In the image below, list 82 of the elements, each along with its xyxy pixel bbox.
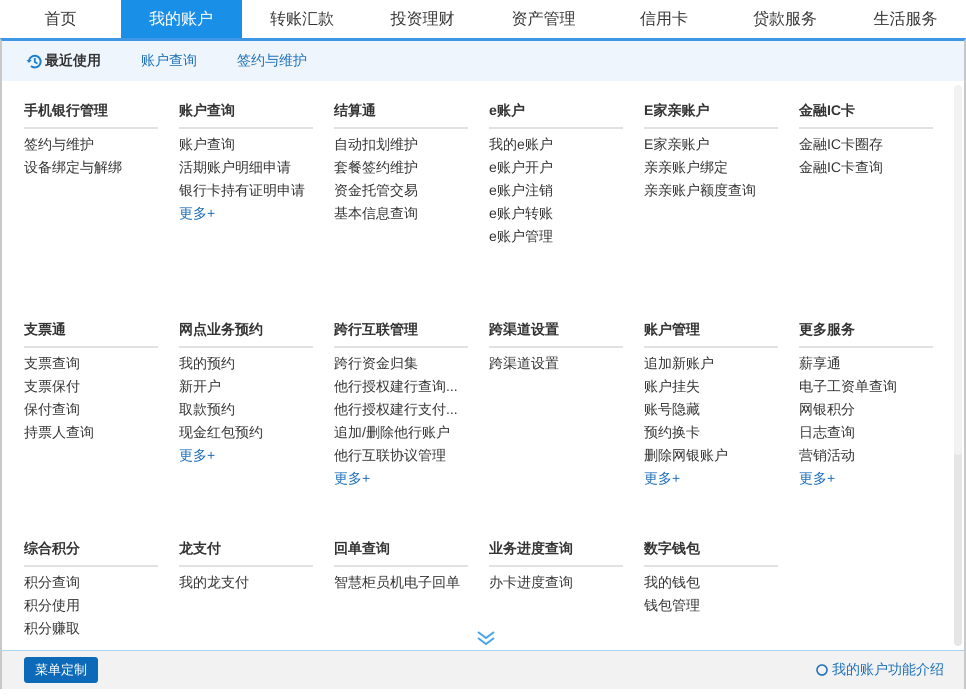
group-heading: E家亲账户 xyxy=(644,97,778,129)
menu-link[interactable]: 账号隐藏 xyxy=(644,398,778,421)
more-link[interactable]: 更多+ xyxy=(179,444,313,467)
menu-link[interactable]: 跨行资金归集 xyxy=(334,352,468,375)
more-link[interactable]: 更多+ xyxy=(799,467,933,490)
menu-link[interactable]: 账户挂失 xyxy=(644,375,778,398)
menu-link[interactable]: 跨渠道设置 xyxy=(489,352,623,375)
menu-link[interactable]: 银行卡持有证明申请 xyxy=(179,179,313,202)
group-heading: 结算通 xyxy=(334,97,468,129)
more-link[interactable]: 更多+ xyxy=(334,467,468,490)
recent-label: 最近使用 xyxy=(45,52,101,70)
group-heading: 账户管理 xyxy=(644,316,778,348)
menu-link[interactable]: 我的e账户 xyxy=(489,133,623,156)
group-heading: 业务进度查询 xyxy=(489,535,623,567)
menu-link[interactable]: 我的预约 xyxy=(179,352,313,375)
menu-link[interactable]: 自动扣划维护 xyxy=(334,133,468,156)
menu-link[interactable]: 支票查询 xyxy=(24,352,158,375)
menu-link[interactable]: 设备绑定与解绑 xyxy=(24,156,158,179)
menu-link[interactable]: 追加/删除他行账户 xyxy=(334,421,468,444)
menu-link[interactable]: 金融IC卡圈存 xyxy=(799,133,933,156)
group-heading: 龙支付 xyxy=(179,535,313,567)
group-heading: 跨行互联管理 xyxy=(334,316,468,348)
group-heading: 综合积分 xyxy=(24,535,158,567)
group-heading: e账户 xyxy=(489,97,623,129)
menu-link[interactable]: 我的龙支付 xyxy=(179,571,313,594)
menu-link[interactable]: 亲亲账户额度查询 xyxy=(644,179,778,202)
menu-link[interactable]: 他行互联协议管理 xyxy=(334,444,468,467)
group-heading: 手机银行管理 xyxy=(24,97,158,129)
quick-link[interactable]: 签约与维护 xyxy=(237,52,307,70)
menu-link[interactable]: 资金托管交易 xyxy=(334,179,468,202)
menu-link[interactable]: 保付查询 xyxy=(24,398,158,421)
more-link[interactable]: 更多+ xyxy=(644,467,778,490)
double-chevron-down-icon[interactable] xyxy=(476,630,496,646)
menu-link[interactable]: 删除网银账户 xyxy=(644,444,778,467)
menu-link[interactable]: 办卡进度查询 xyxy=(489,571,623,594)
menu-link[interactable]: 活期账户明细申请 xyxy=(179,156,313,179)
menu-link[interactable]: 签约与维护 xyxy=(24,133,158,156)
menu-link[interactable]: 日志查询 xyxy=(799,421,933,444)
menu-link[interactable]: 现金红包预约 xyxy=(179,421,313,444)
menu-link[interactable]: 持票人查询 xyxy=(24,421,158,444)
scrollbar[interactable] xyxy=(954,85,962,646)
group-heading: 回单查询 xyxy=(334,535,468,567)
menu-link[interactable]: 智慧柜员机电子回单 xyxy=(334,571,468,594)
menu-link[interactable]: 取款预约 xyxy=(179,398,313,421)
menu-link[interactable]: 金融IC卡查询 xyxy=(799,156,933,179)
menu-link[interactable]: 账户查询 xyxy=(179,133,313,156)
menu-link[interactable]: 积分查询 xyxy=(24,571,158,594)
menu-link[interactable]: e账户转账 xyxy=(489,202,623,225)
group-heading: 账户查询 xyxy=(179,97,313,129)
menu-link[interactable]: 基本信息查询 xyxy=(334,202,468,225)
quick-link[interactable]: 账户查询 xyxy=(141,52,197,70)
menu-link[interactable]: e账户注销 xyxy=(489,179,623,202)
menu-link[interactable]: 他行授权建行查询... xyxy=(334,375,468,398)
menu-link[interactable]: 钱包管理 xyxy=(644,594,778,617)
menu-link[interactable]: e账户开户 xyxy=(489,156,623,179)
intro-link[interactable]: 我的账户功能介绍 xyxy=(816,661,944,679)
menu-link[interactable]: 网银积分 xyxy=(799,398,933,421)
menu-link[interactable]: e账户管理 xyxy=(489,225,623,248)
customize-menu-button[interactable]: 菜单定制 xyxy=(24,657,98,683)
menu-link[interactable]: 预约换卡 xyxy=(644,421,778,444)
menu-link[interactable]: 支票保付 xyxy=(24,375,158,398)
group-heading: 数字钱包 xyxy=(644,535,778,567)
menu-link[interactable]: 追加新账户 xyxy=(644,352,778,375)
menu-link[interactable]: E家亲账户 xyxy=(644,133,778,156)
history-clock-icon xyxy=(26,52,43,70)
menu-link[interactable]: 我的钱包 xyxy=(644,571,778,594)
menu-link[interactable]: 积分使用 xyxy=(24,594,158,617)
group-heading: 金融IC卡 xyxy=(799,97,933,129)
menu-link[interactable]: 积分赚取 xyxy=(24,617,158,640)
menu-link[interactable]: 他行授权建行支付... xyxy=(334,398,468,421)
menu-link[interactable]: 营销活动 xyxy=(799,444,933,467)
group-heading: 跨渠道设置 xyxy=(489,316,623,348)
menu-link[interactable]: 新开户 xyxy=(179,375,313,398)
group-heading: 网点业务预约 xyxy=(179,316,313,348)
group-heading: 更多服务 xyxy=(799,316,933,348)
more-link[interactable]: 更多+ xyxy=(179,202,313,225)
menu-link[interactable]: 套餐签约维护 xyxy=(334,156,468,179)
menu-link[interactable]: 电子工资单查询 xyxy=(799,375,933,398)
group-heading: 支票通 xyxy=(24,316,158,348)
menu-link[interactable]: 薪享通 xyxy=(799,352,933,375)
menu-link[interactable]: 亲亲账户绑定 xyxy=(644,156,778,179)
info-circle-icon xyxy=(816,664,828,676)
